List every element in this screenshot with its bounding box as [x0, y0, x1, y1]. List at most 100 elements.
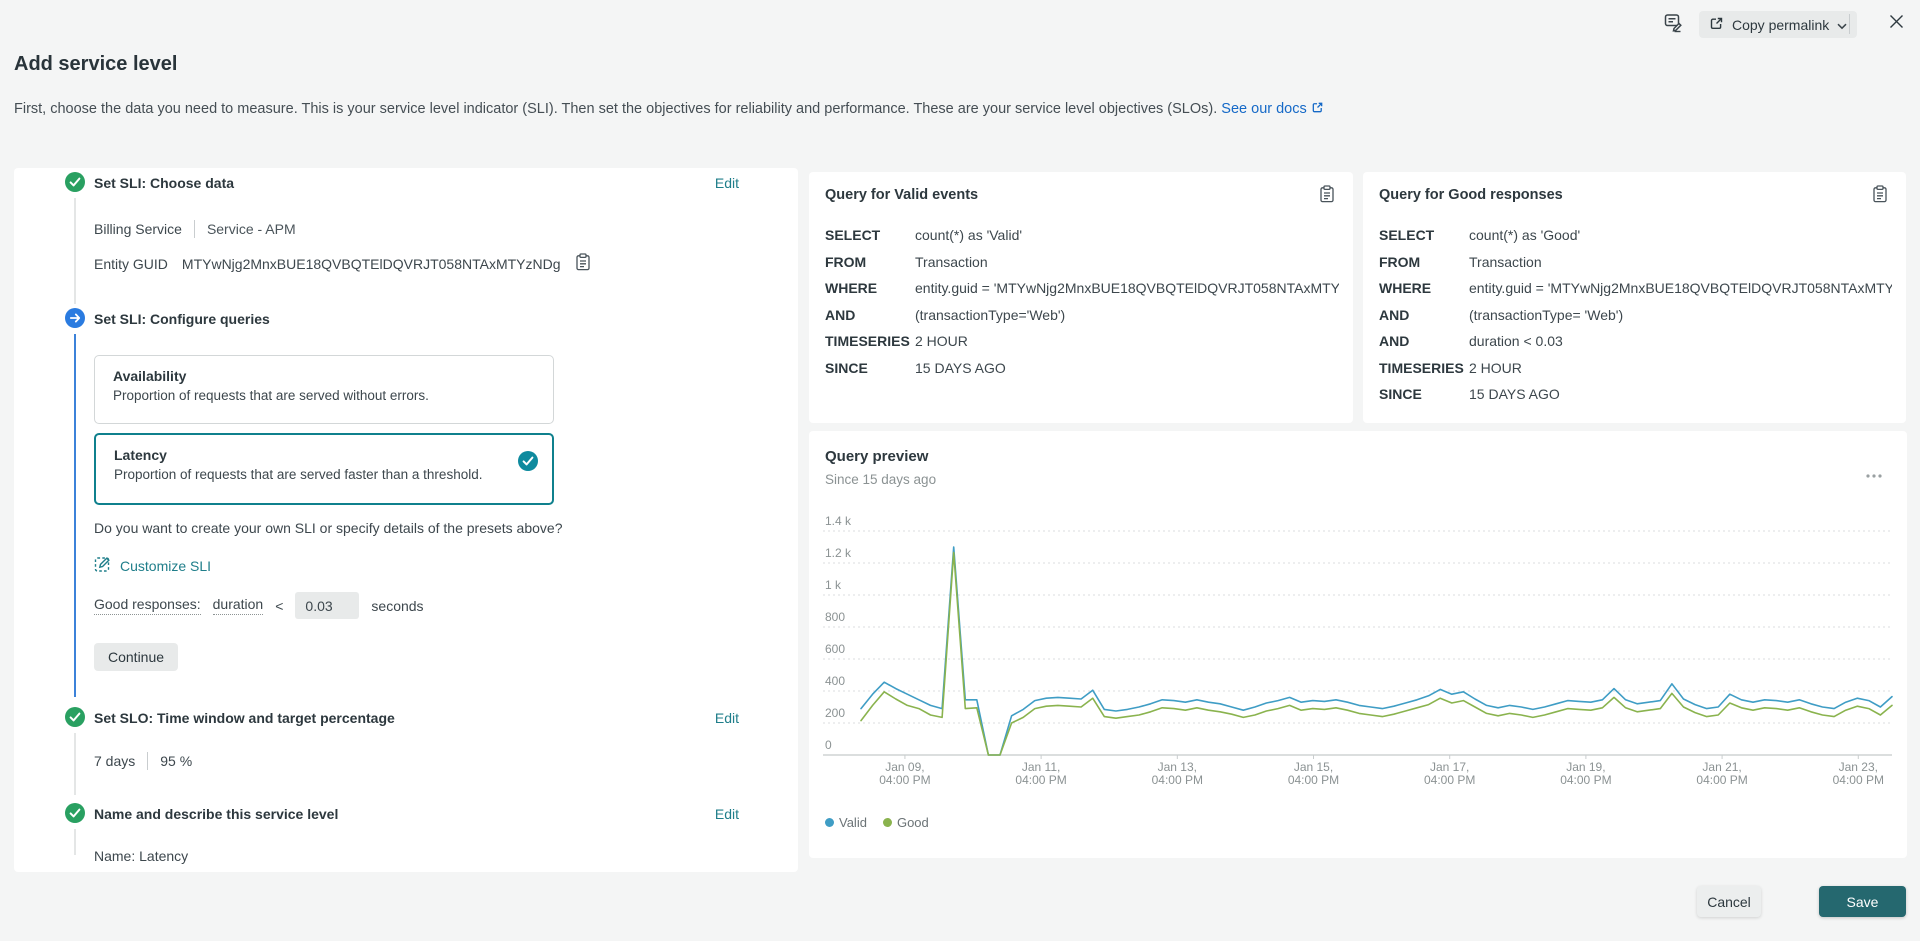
svg-text:04:00 PM: 04:00 PM	[1833, 773, 1884, 787]
edit-slo-button[interactable]: Edit	[715, 708, 739, 728]
query-valid-title: Query for Valid events	[825, 187, 979, 203]
query-valid-panel: Query for Valid events SELECT count(*) as…	[809, 172, 1353, 423]
page-title: Add service level	[14, 53, 178, 75]
topbar-divider	[1849, 14, 1850, 34]
svg-text:04:00 PM: 04:00 PM	[1696, 773, 1747, 787]
query-good-panel: Query for Good responses SELECT count(*) …	[1363, 172, 1906, 423]
legend-label: Valid	[839, 815, 867, 830]
copy-permalink-label: Copy permalink	[1732, 16, 1830, 33]
svg-text:600: 600	[825, 642, 845, 656]
svg-text:Jan 13,: Jan 13,	[1158, 760, 1197, 774]
check-circle-icon	[65, 707, 85, 727]
step-title: Set SLO: Time window and target percenta…	[94, 710, 395, 726]
chart-menu-button[interactable]	[1865, 467, 1883, 482]
query-preview-chart: 02004006008001 k1.2 k1.4 kJan 09,04:00 P…	[823, 514, 1893, 787]
svg-text:1.4 k: 1.4 k	[825, 514, 852, 528]
query-row: AND duration < 0.03	[1379, 333, 1563, 350]
arrow-circle-icon	[65, 308, 85, 328]
query-row: SELECT count(*) as 'Valid'	[825, 227, 1023, 244]
svg-text:Jan 19,: Jan 19,	[1566, 760, 1605, 774]
page-subtitle: First, choose the data you need to measu…	[14, 101, 1614, 117]
legend-item-valid[interactable]: Valid	[825, 815, 867, 830]
step-sli-configure-queries: Set SLI: Configure queries	[14, 308, 798, 328]
kebab-icon	[1865, 467, 1883, 482]
chart-subtitle: Since 15 days ago	[825, 472, 937, 487]
query-row: SINCE 15 DAYS AGO	[825, 359, 1006, 376]
step-title: Set SLI: Configure queries	[94, 311, 270, 327]
edit-naming-button[interactable]: Edit	[715, 804, 739, 824]
sli-question: Do you want to create your own SLI or sp…	[94, 520, 563, 536]
close-button[interactable]	[1888, 13, 1905, 33]
docs-link[interactable]: See our docs	[1221, 101, 1323, 117]
copy-guid-button[interactable]	[575, 253, 591, 274]
svg-text:800: 800	[825, 610, 845, 624]
copy-valid-query-button[interactable]	[1319, 185, 1335, 206]
edit-choose-data-button[interactable]: Edit	[715, 173, 739, 193]
time-window-value: 7 days	[94, 753, 136, 769]
svg-text:04:00 PM: 04:00 PM	[1288, 773, 1339, 787]
step-connector	[74, 198, 76, 304]
legend-dot	[825, 818, 834, 827]
threshold-input[interactable]	[295, 592, 360, 619]
feedback-button[interactable]	[1662, 12, 1684, 37]
svg-text:1 k: 1 k	[825, 578, 842, 592]
continue-button[interactable]: Continue	[94, 643, 179, 671]
entity-divider	[193, 220, 195, 238]
step-slo: Set SLO: Time window and target percenta…	[14, 707, 798, 727]
preset-card-availability[interactable]: Availability Proportion of requests that…	[94, 355, 554, 424]
svg-text:200: 200	[825, 706, 845, 720]
legend-item-good[interactable]: Good	[882, 815, 929, 830]
entity-guid-value: MTYwNjg2MnxBUE18QVBQTElDQVRJT058NTAxMTYz…	[181, 255, 561, 272]
operator: <	[275, 597, 284, 614]
external-link-icon	[1311, 101, 1324, 117]
step-title: Set SLI: Choose data	[94, 175, 235, 191]
query-row: AND (transactionType= 'Web')	[1379, 306, 1624, 323]
chevron-down-icon	[1837, 17, 1847, 33]
svg-text:04:00 PM: 04:00 PM	[1152, 773, 1203, 787]
svg-text:04:00 PM: 04:00 PM	[879, 773, 930, 787]
latency-card-description: Proportion of requests that are served f…	[114, 467, 483, 482]
unit-label: seconds	[371, 597, 424, 614]
steps-panel: Set SLI: Choose data Edit Billing Servic…	[14, 168, 798, 872]
permalink-icon	[1709, 16, 1724, 34]
clipboard-icon	[1319, 185, 1335, 206]
svg-text:04:00 PM: 04:00 PM	[1560, 773, 1611, 787]
query-row: WHERE entity.guid = 'MTYwNjg2MnxBUE18QVBQ…	[825, 280, 1339, 297]
preset-card-latency[interactable]: Latency Proportion of requests that are …	[94, 433, 554, 505]
customize-sli-icon	[94, 555, 112, 576]
query-row: FROM Transaction	[1379, 253, 1542, 270]
svg-text:Jan 11,: Jan 11,	[1022, 760, 1060, 774]
svg-text:Jan 21,: Jan 21,	[1702, 760, 1741, 774]
page-subtitle-text: First, choose the data you need to measu…	[14, 101, 1218, 117]
feedback-icon	[1662, 14, 1684, 37]
chart-title: Query preview	[825, 448, 929, 465]
step-connector	[74, 733, 76, 795]
attribute-selector[interactable]: duration	[212, 596, 264, 615]
clipboard-icon	[1872, 185, 1888, 206]
slo-divider	[147, 752, 149, 770]
close-icon	[1888, 15, 1905, 33]
svg-text:04:00 PM: 04:00 PM	[1424, 773, 1475, 787]
entity-line: Billing Service Service - APM	[94, 220, 296, 238]
step-naming: Name and describe this service level Edi…	[14, 803, 798, 823]
availability-card-title: Availability	[113, 368, 187, 384]
good-responses-label: Good responses:	[94, 596, 201, 615]
svg-text:400: 400	[825, 674, 845, 688]
query-row: FROM Transaction	[825, 253, 988, 270]
copy-permalink-button[interactable]: Copy permalink	[1699, 11, 1858, 38]
entity-name: Billing Service	[94, 221, 182, 237]
add-service-level-modal: Copy permalink Add service level First, …	[0, 0, 1920, 941]
service-level-name: Name: Latency	[94, 848, 189, 864]
query-valid-rows: SELECT count(*) as 'Valid' FROM Transaction…	[825, 222, 1339, 381]
svg-text:04:00 PM: 04:00 PM	[1015, 773, 1066, 787]
query-preview-panel: Query preview Since 15 days ago 0 200 400 6…	[809, 431, 1907, 858]
svg-text:1.2 k: 1.2 k	[825, 546, 852, 560]
good-responses-row: Good responses: duration < seconds	[94, 592, 424, 619]
customize-sli-button[interactable]: Customize SLI	[94, 555, 211, 576]
query-good-title: Query for Good responses	[1379, 187, 1563, 203]
save-button[interactable]: Save	[1819, 886, 1906, 917]
check-circle-icon	[65, 803, 85, 823]
cancel-button[interactable]: Cancel	[1697, 886, 1761, 917]
copy-good-query-button[interactable]	[1872, 185, 1888, 206]
latency-card-title: Latency	[114, 447, 167, 463]
